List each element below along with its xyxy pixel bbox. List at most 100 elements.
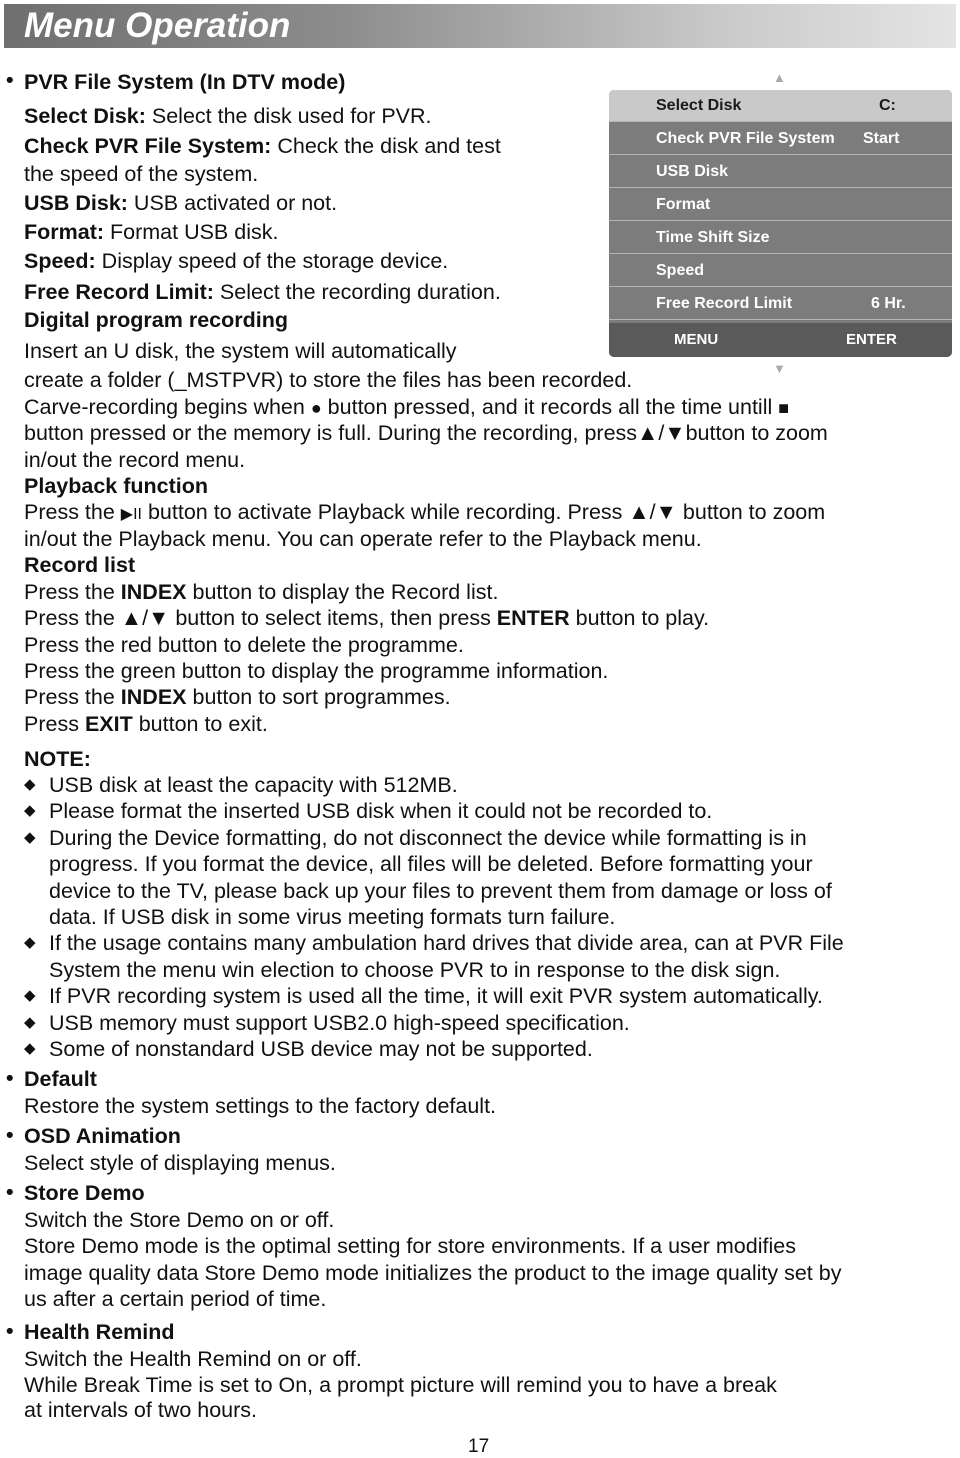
menu-row-usb-disk[interactable]: USB Disk — [609, 156, 952, 188]
record-icon: ● — [310, 398, 322, 418]
pvr-item: Select Disk: Select the disk used for PV… — [24, 103, 432, 129]
note-line: Some of nonstandard USB device may not b… — [49, 1037, 593, 1061]
diamond-bullet-icon: ◆ — [24, 802, 36, 819]
play-pause-icon: ▶II — [120, 506, 142, 523]
store-demo-line: us after a certain period of time. — [24, 1287, 327, 1311]
text: button to select items, then press — [169, 606, 497, 630]
pvr-item: Format: Format USB disk. — [24, 219, 278, 245]
digital-line: create a folder (_MSTPVR) to store the f… — [24, 368, 633, 392]
note-line: USB disk at least the capacity with 512M… — [49, 773, 458, 797]
carve-line: button pressed or the memory is full. Du… — [24, 420, 828, 446]
up-down-arrow-icon: ▲/▼ — [120, 606, 170, 630]
pvr-heading: PVR File System (In DTV mode) — [24, 70, 346, 94]
menu-footer: MENU ENTER — [609, 323, 952, 357]
text: button to exit. — [132, 712, 268, 736]
default-line: Restore the system settings to the facto… — [24, 1094, 497, 1118]
menu-value: C: — [879, 97, 896, 114]
health-remind-line: Switch the Health Remind on or off. — [24, 1347, 362, 1371]
menu-button-hint[interactable]: MENU — [674, 331, 718, 348]
store-demo-line: Store Demo mode is the optimal setting f… — [24, 1234, 796, 1258]
text: button pressed, and it records all the t… — [321, 395, 779, 419]
text: Press the — [24, 580, 121, 604]
text: Press the — [24, 685, 121, 709]
menu-label: Time Shift Size — [656, 229, 770, 246]
header-banner: Menu Operation — [4, 4, 956, 48]
pvr-menu-panel: Select Disk C: Check PVR File System Sta… — [609, 90, 952, 357]
menu-row-check-pvr[interactable]: Check PVR File System Start — [609, 123, 952, 155]
section-bullet: • — [6, 1066, 14, 1090]
note-line: USB memory must support USB2.0 high-spee… — [49, 1011, 630, 1035]
enter-button-hint[interactable]: ENTER — [846, 331, 897, 348]
menu-label: Select Disk — [656, 97, 742, 114]
record-list-line: Press the ▲/▼ button to select items, th… — [24, 605, 709, 631]
text: button to activate Playback while record… — [142, 500, 629, 524]
text: button pressed or the memory is full. Du… — [24, 421, 638, 445]
page-number: 17 — [468, 1436, 490, 1457]
osd-line: Select style of displaying menus. — [24, 1151, 336, 1175]
playback-line: in/out the Playback menu. You can operat… — [24, 527, 702, 551]
diamond-bullet-icon: ◆ — [24, 776, 36, 793]
desc: Display speed of the storage device. — [95, 249, 449, 273]
page-title: Menu Operation — [24, 6, 291, 45]
note-line: progress. If you format the device, all … — [49, 852, 813, 876]
pvr-item: USB Disk: USB activated or not. — [24, 190, 337, 216]
text: Press the — [24, 606, 121, 630]
text: button to display the Record list. — [186, 580, 499, 604]
arrow-down-icon: ▼ — [773, 361, 786, 376]
diamond-bullet-icon: ◆ — [24, 1040, 36, 1057]
desc: Select the disk used for PVR. — [145, 104, 432, 128]
menu-label: Format — [656, 196, 711, 213]
digital-recording-heading: Digital program recording — [24, 308, 289, 332]
pvr-item: Speed: Display speed of the storage devi… — [24, 248, 448, 274]
diamond-bullet-icon: ◆ — [24, 934, 36, 951]
section-bullet: • — [6, 1123, 14, 1147]
menu-row-speed[interactable]: Speed — [609, 255, 952, 287]
pvr-item: the speed of the system. — [24, 161, 258, 187]
menu-value: 6 Hr. — [871, 295, 906, 312]
index-key: INDEX — [120, 685, 187, 709]
note-line: Please format the inserted USB disk when… — [49, 799, 713, 823]
menu-value: Start — [863, 130, 900, 147]
playback-heading: Playback function — [24, 474, 208, 498]
term: Select Disk: — [24, 104, 146, 128]
desc: the speed of the system. — [24, 162, 259, 186]
note-line: During the Device formatting, do not dis… — [49, 826, 807, 850]
stop-icon: ■ — [778, 398, 790, 418]
note-heading: NOTE: — [24, 747, 91, 771]
menu-label: USB Disk — [656, 163, 729, 180]
section-bullet: • — [6, 1319, 14, 1343]
menu-label: Check PVR File System — [656, 130, 835, 147]
note-line: If PVR recording system is used all the … — [49, 984, 823, 1008]
term: Free Record Limit: — [24, 280, 214, 304]
record-list-line: Press EXIT button to exit. — [24, 711, 268, 737]
store-demo-heading: Store Demo — [24, 1181, 145, 1205]
carve-line: Carve-recording begins when ● button pre… — [24, 394, 789, 421]
term: Format: — [24, 220, 105, 244]
desc: USB activated or not. — [127, 191, 338, 215]
text: button to play. — [569, 606, 710, 630]
desc: Select the recording duration. — [213, 280, 501, 304]
enter-key: ENTER — [496, 606, 570, 630]
menu-row-format[interactable]: Format — [609, 189, 952, 221]
exit-key: EXIT — [84, 712, 133, 736]
text: button to zoom — [676, 500, 826, 524]
record-list-line: Press the INDEX button to sort programme… — [24, 684, 451, 710]
diamond-bullet-icon: ◆ — [24, 987, 36, 1004]
menu-row-time-shift-size[interactable]: Time Shift Size — [609, 222, 952, 254]
health-remind-line: at intervals of two hours. — [24, 1398, 258, 1422]
store-demo-line: image quality data Store Demo mode initi… — [24, 1261, 842, 1285]
text: Carve-recording begins when — [24, 395, 311, 419]
osd-heading: OSD Animation — [24, 1124, 181, 1148]
term: Check PVR File System: — [24, 134, 272, 158]
menu-row-free-record-limit[interactable]: Free Record Limit 6 Hr. — [609, 288, 952, 320]
record-list-line: Press the green button to display the pr… — [24, 659, 609, 683]
index-key: INDEX — [120, 580, 187, 604]
pvr-item: Free Record Limit: Select the recording … — [24, 279, 501, 305]
text: button to sort programmes. — [186, 685, 451, 709]
menu-row-select-disk[interactable]: Select Disk C: — [609, 90, 952, 122]
note-line: If the usage contains many ambulation ha… — [49, 931, 844, 955]
pvr-item: Check PVR File System: Check the disk an… — [24, 133, 501, 159]
desc: Format USB disk. — [104, 220, 279, 244]
record-list-heading: Record list — [24, 553, 136, 577]
digital-line: Insert an U disk, the system will automa… — [24, 339, 457, 363]
